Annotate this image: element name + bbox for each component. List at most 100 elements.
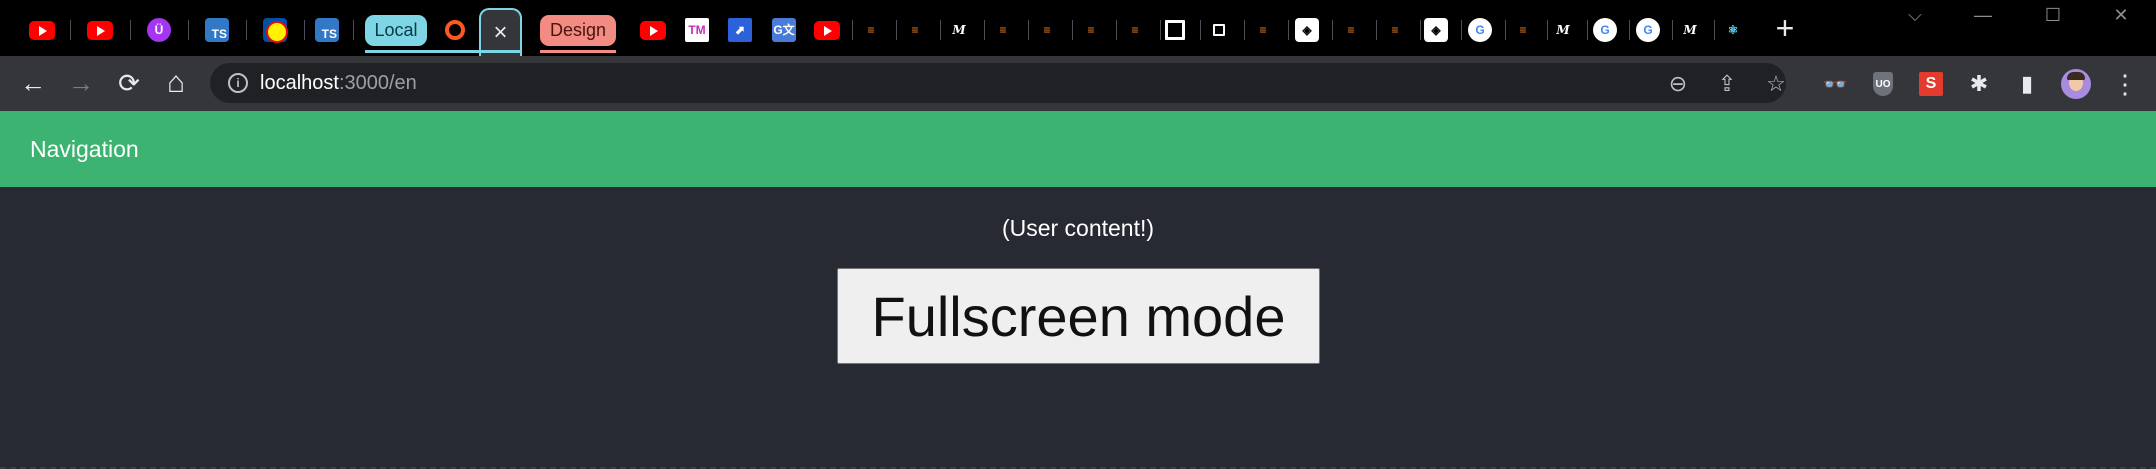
tab-search-button[interactable]: ⌵ xyxy=(1900,4,1930,26)
app-navigation-bar: Navigation xyxy=(0,111,2156,187)
tab-google-3[interactable]: G xyxy=(1631,13,1665,47)
tab-youtube-4[interactable] xyxy=(810,13,844,47)
udemy-icon: Ü xyxy=(147,18,171,42)
home-button[interactable]: ⌂ xyxy=(159,66,193,100)
tab-google-1[interactable]: G xyxy=(1463,13,1497,47)
bookmark-star-icon[interactable]: ☆ xyxy=(1762,70,1790,98)
blank-page-small-icon xyxy=(1213,24,1225,36)
tab-separator xyxy=(1116,20,1117,40)
user-content-text: (User content!) xyxy=(1001,215,1155,241)
tab-separator xyxy=(1244,20,1245,40)
medium-icon: M xyxy=(1556,23,1570,37)
tab-strip: Ü TS TS Local × Design TM ⬈ G文 ≡ ≡ M ≡ ≡… xyxy=(0,0,2156,56)
tab-blank-2[interactable] xyxy=(1202,13,1236,47)
tab-stackoverflow-5[interactable]: ≡ xyxy=(1074,13,1108,47)
tab-tm[interactable]: TM xyxy=(680,13,714,47)
main-content: (User content!) Fullscreen mode xyxy=(0,187,2156,469)
tab-separator xyxy=(353,20,354,40)
tab-stackoverflow-9[interactable]: ≡ xyxy=(1378,13,1412,47)
typescript-icon: TS xyxy=(205,18,229,42)
tab-separator xyxy=(1200,20,1201,40)
circle-logo-icon xyxy=(445,20,465,40)
tab-google-translate[interactable]: G文 xyxy=(767,13,801,47)
tab-typescript-2[interactable]: TS xyxy=(310,13,344,47)
tab-react[interactable]: ⚛ xyxy=(1716,13,1750,47)
avatar xyxy=(2061,69,2091,99)
tab-youtube-2[interactable] xyxy=(83,13,117,47)
tab-codepen-1[interactable]: ◈ xyxy=(1290,13,1324,47)
address-bar[interactable]: i localhost:3000/en ⊖ ⇪ ☆ xyxy=(210,63,1786,103)
tab-medium-2[interactable]: M xyxy=(1546,13,1580,47)
tab-stackoverflow-8[interactable]: ≡ xyxy=(1334,13,1368,47)
tab-youtube-3[interactable] xyxy=(636,13,670,47)
close-window-button[interactable]: ✕ xyxy=(2106,4,2136,26)
side-panel-icon[interactable]: ▮ xyxy=(2012,69,2042,99)
tab-lidl[interactable] xyxy=(258,13,292,47)
tab-group-design-underline xyxy=(540,50,616,53)
tab-separator xyxy=(984,20,985,40)
stackoverflow-icon: ≡ xyxy=(867,23,875,37)
tab-extension[interactable]: ⬈ xyxy=(723,13,757,47)
incognito-extension-icon[interactable]: 👓 xyxy=(1820,69,1850,99)
tab-separator xyxy=(130,20,131,40)
tab-stackoverflow-1[interactable]: ≡ xyxy=(854,13,888,47)
ublock-extension[interactable]: UO xyxy=(1868,69,1898,99)
tab-separator xyxy=(1332,20,1333,40)
url-text[interactable]: localhost:3000/en xyxy=(260,72,417,95)
tab-medium-1[interactable]: M xyxy=(942,13,976,47)
tab-separator xyxy=(70,20,71,40)
url-path: :3000/en xyxy=(338,72,417,94)
tab-medium-3[interactable]: M xyxy=(1673,13,1707,47)
active-tab[interactable]: × xyxy=(479,8,522,56)
tab-stackoverflow-3[interactable]: ≡ xyxy=(986,13,1020,47)
tab-separator xyxy=(1629,20,1630,40)
tab-youtube-1[interactable] xyxy=(25,13,59,47)
tab-typescript-1[interactable]: TS xyxy=(200,13,234,47)
tab-group-local-underline xyxy=(365,50,520,53)
tab-separator xyxy=(188,20,189,40)
navigation-title: Navigation xyxy=(30,136,139,162)
back-button[interactable]: ← xyxy=(16,66,50,100)
tab-group-local[interactable]: Local xyxy=(365,15,427,46)
extensions-puzzle-icon[interactable]: ✱ xyxy=(1964,69,1994,99)
tab-local-app[interactable] xyxy=(438,13,472,47)
tab-stackoverflow-10[interactable]: ≡ xyxy=(1506,13,1540,47)
browser-menu-icon[interactable]: ⋮ xyxy=(2110,69,2140,99)
tab-separator xyxy=(304,20,305,40)
arrow-extension-icon: ⬈ xyxy=(728,18,752,42)
tab-stackoverflow-2[interactable]: ≡ xyxy=(898,13,932,47)
tab-stackoverflow-7[interactable]: ≡ xyxy=(1246,13,1280,47)
fullscreen-mode-button[interactable]: Fullscreen mode xyxy=(837,268,1320,364)
stackoverflow-icon: ≡ xyxy=(911,23,919,37)
youtube-icon xyxy=(29,20,55,40)
tab-separator xyxy=(1288,20,1289,40)
tab-google-2[interactable]: G xyxy=(1588,13,1622,47)
tab-udemy[interactable]: Ü xyxy=(142,13,176,47)
codepen-icon: ◈ xyxy=(1295,18,1319,42)
tm-icon: TM xyxy=(685,18,709,42)
tab-stackoverflow-6[interactable]: ≡ xyxy=(1118,13,1152,47)
s-extension[interactable]: S xyxy=(1916,69,1946,99)
share-icon[interactable]: ⇪ xyxy=(1713,70,1741,98)
tab-stackoverflow-4[interactable]: ≡ xyxy=(1030,13,1064,47)
stackoverflow-icon: ≡ xyxy=(1391,23,1399,37)
tab-separator xyxy=(246,20,247,40)
maximize-button[interactable]: ☐ xyxy=(2038,4,2068,26)
tab-blank-1[interactable] xyxy=(1158,13,1192,47)
zoom-icon[interactable]: ⊖ xyxy=(1664,70,1692,98)
minimize-button[interactable]: — xyxy=(1968,4,1998,26)
profile-button[interactable] xyxy=(2061,69,2091,99)
reload-button[interactable]: ⟳ xyxy=(112,66,146,100)
tab-codepen-2[interactable]: ◈ xyxy=(1419,13,1453,47)
tab-group-design[interactable]: Design xyxy=(540,15,616,46)
site-info-icon[interactable]: i xyxy=(228,73,248,93)
stackoverflow-icon: ≡ xyxy=(999,23,1007,37)
codepen-icon: ◈ xyxy=(1424,18,1448,42)
close-icon[interactable]: × xyxy=(493,19,507,47)
ublock-icon: UO xyxy=(1873,72,1893,96)
new-tab-button[interactable]: + xyxy=(1770,12,1800,44)
stackoverflow-icon: ≡ xyxy=(1347,23,1355,37)
react-icon: ⚛ xyxy=(1727,23,1739,37)
stackoverflow-icon: ≡ xyxy=(1131,23,1139,37)
forward-button[interactable]: → xyxy=(64,66,98,100)
